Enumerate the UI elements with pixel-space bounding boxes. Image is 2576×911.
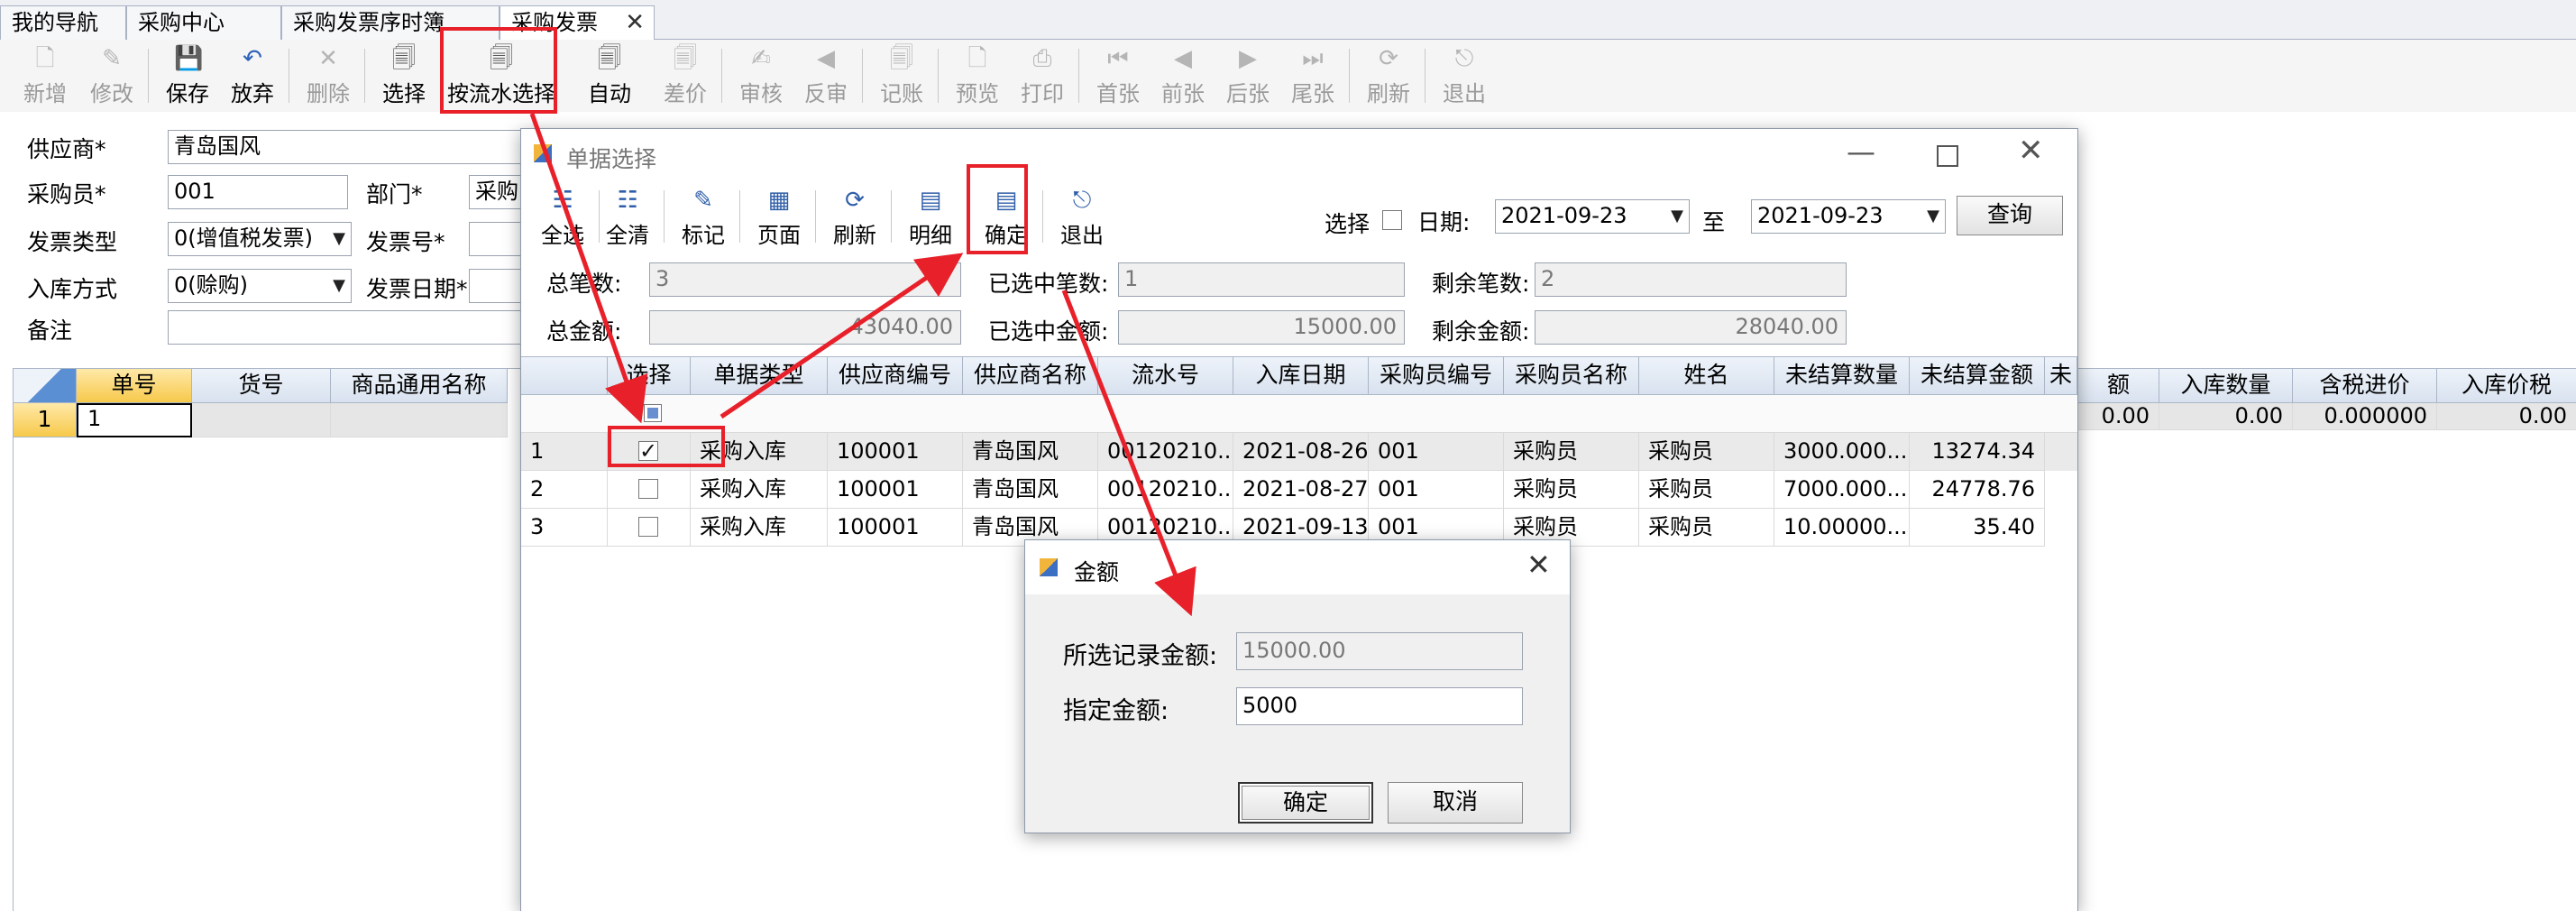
annotation-arrow xyxy=(1061,290,1196,617)
annotation-arrow xyxy=(720,253,964,419)
annotation-arrows xyxy=(529,113,1196,617)
annotation-arrow xyxy=(529,113,648,424)
